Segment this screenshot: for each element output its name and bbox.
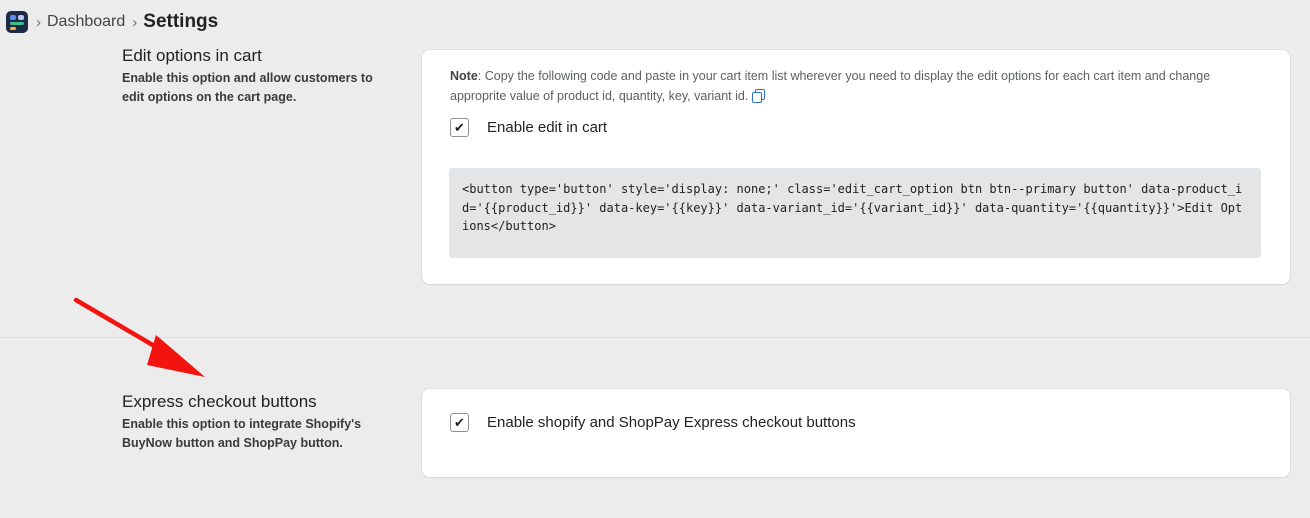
note-text: : Copy the following code and paste in y…	[450, 69, 1211, 103]
app-logo-icon[interactable]	[6, 11, 28, 33]
breadcrumb-separator: ›	[36, 13, 41, 31]
red-arrow-icon	[73, 297, 205, 377]
express-checkout-section-description: Enable this option to integrate Shopify'…	[122, 417, 362, 450]
breadcrumb-separator: ›	[132, 13, 138, 31]
note-label: Note	[450, 69, 478, 83]
checkmark-icon: ✔	[454, 415, 465, 430]
edit-cart-card: Note: Copy the following code and paste …	[422, 50, 1290, 284]
breadcrumb: › Dashboard › Settings	[6, 8, 218, 36]
checkmark-icon: ✔	[454, 120, 465, 135]
copy-icon[interactable]	[752, 89, 766, 103]
edit-cart-section-description: Enable this option and allow customers t…	[122, 71, 373, 104]
express-checkout-checkbox-row[interactable]: ✔ Enable shopify and ShopPay Express che…	[450, 413, 856, 432]
page-title: Settings	[143, 11, 219, 32]
express-checkout-label[interactable]: Enable shopify and ShopPay Express check…	[487, 414, 856, 431]
express-checkout-card: ✔ Enable shopify and ShopPay Express che…	[422, 389, 1290, 477]
edit-in-cart-label[interactable]: Enable edit in cart	[487, 119, 607, 136]
breadcrumb-dashboard-link[interactable]: Dashboard	[47, 13, 125, 31]
code-snippet[interactable]: <button type='button' style='display: no…	[449, 168, 1261, 258]
express-checkout-checkbox[interactable]: ✔	[450, 413, 469, 432]
edit-in-cart-checkbox[interactable]: ✔	[450, 118, 469, 137]
edit-in-cart-checkbox-row[interactable]: ✔ Enable edit in cart	[450, 118, 607, 137]
edit-cart-section-title: Edit options in cart	[122, 46, 262, 65]
express-checkout-section-title: Express checkout buttons	[122, 392, 317, 411]
edit-cart-note: Note: Copy the following code and paste …	[450, 66, 1250, 106]
